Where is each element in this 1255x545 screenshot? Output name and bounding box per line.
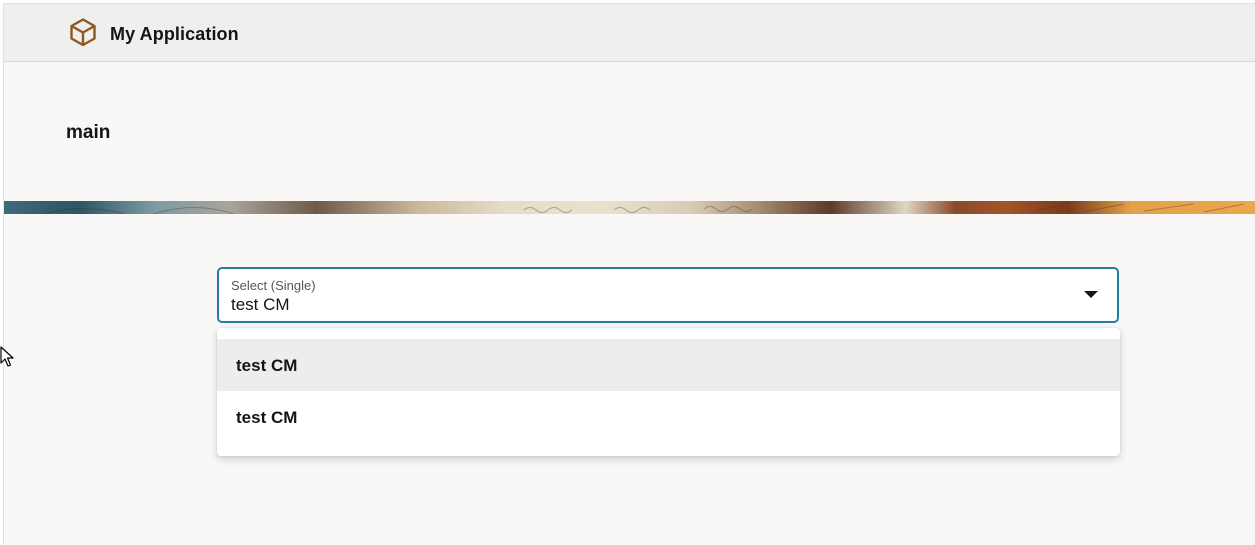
decorative-banner bbox=[4, 201, 1255, 214]
select-label: Select (Single) bbox=[231, 278, 316, 293]
mouse-cursor-icon bbox=[0, 346, 14, 367]
caret-down-icon[interactable] bbox=[1084, 291, 1098, 298]
dropdown-option[interactable]: test CM bbox=[217, 391, 1120, 443]
app-header: My Application bbox=[4, 4, 1255, 62]
page-heading: main bbox=[66, 122, 111, 143]
app-title: My Application bbox=[110, 24, 239, 44]
option-label: test CM bbox=[236, 408, 298, 427]
select-value: test CM bbox=[231, 295, 290, 314]
option-label: test CM bbox=[236, 356, 298, 375]
select-dropdown-list: test CM test CM bbox=[217, 328, 1120, 456]
cube-icon bbox=[70, 18, 96, 47]
app-window: My Application main Select (Single) test… bbox=[3, 3, 1255, 545]
dropdown-option[interactable]: test CM bbox=[217, 339, 1120, 391]
single-select-field[interactable]: Select (Single) test CM bbox=[217, 267, 1119, 323]
